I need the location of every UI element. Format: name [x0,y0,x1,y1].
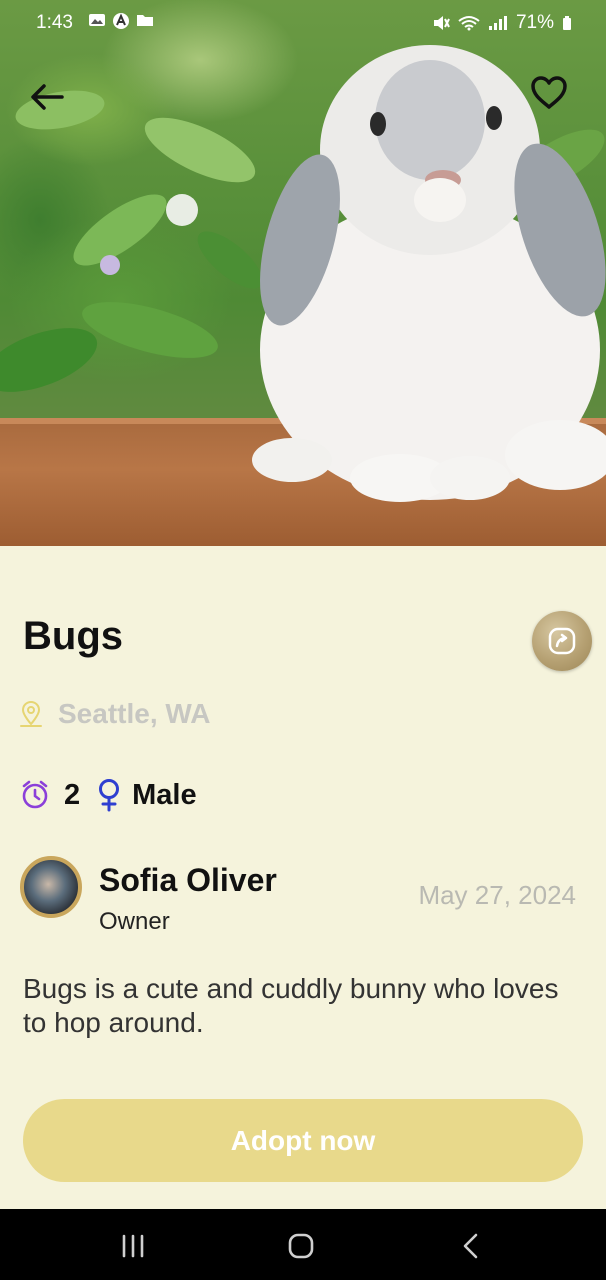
status-time: 1:43 [36,12,73,33]
gallery-icon [89,14,105,26]
pet-age: 2 [64,778,81,811]
owner-row: Sofia Oliver Owner May 27, 2024 [20,856,586,936]
adopt-button[interactable]: Adopt now [23,1099,583,1182]
avatar[interactable] [20,856,82,918]
arrow-left-icon [31,84,64,110]
recent-apps-button[interactable] [118,1231,148,1261]
owner-name: Sofia Oliver [99,862,277,898]
pet-description: Bugs is a cute and cuddly bunny who love… [23,973,559,1038]
heart-outline-icon [531,76,567,109]
alarm-clock-icon [22,780,48,809]
back-nav-button[interactable] [456,1231,486,1261]
battery-percent: 71% [515,12,554,33]
pet-stats: 2 Male [20,778,197,812]
mute-icon [433,16,450,30]
bunny-illustration [252,45,606,502]
location-pin-icon [20,700,42,727]
pet-gender: Male [132,778,197,811]
home-icon [288,1233,314,1259]
home-button[interactable] [286,1231,316,1261]
folder-icon [137,15,153,26]
status-bar: 1:43 71% [0,0,606,44]
female-symbol-icon [99,779,120,812]
pet-photo [0,0,606,546]
app-a-icon [113,13,129,29]
chevron-left-icon [463,1233,478,1259]
battery-icon [563,16,571,30]
location-row: Seattle, WA [18,698,210,730]
recent-apps-icon [122,1234,144,1258]
pet-name: Bugs [23,614,123,658]
system-nav-bar [0,1209,606,1280]
share-icon [548,627,576,655]
favorite-button[interactable] [528,72,570,114]
back-button[interactable] [26,76,68,118]
share-button[interactable] [532,611,592,671]
wifi-icon [458,16,480,31]
owner-role: Owner [99,908,170,935]
signal-icon [488,16,507,30]
post-date: May 27, 2024 [418,880,576,910]
location-text: Seattle, WA [58,698,211,729]
